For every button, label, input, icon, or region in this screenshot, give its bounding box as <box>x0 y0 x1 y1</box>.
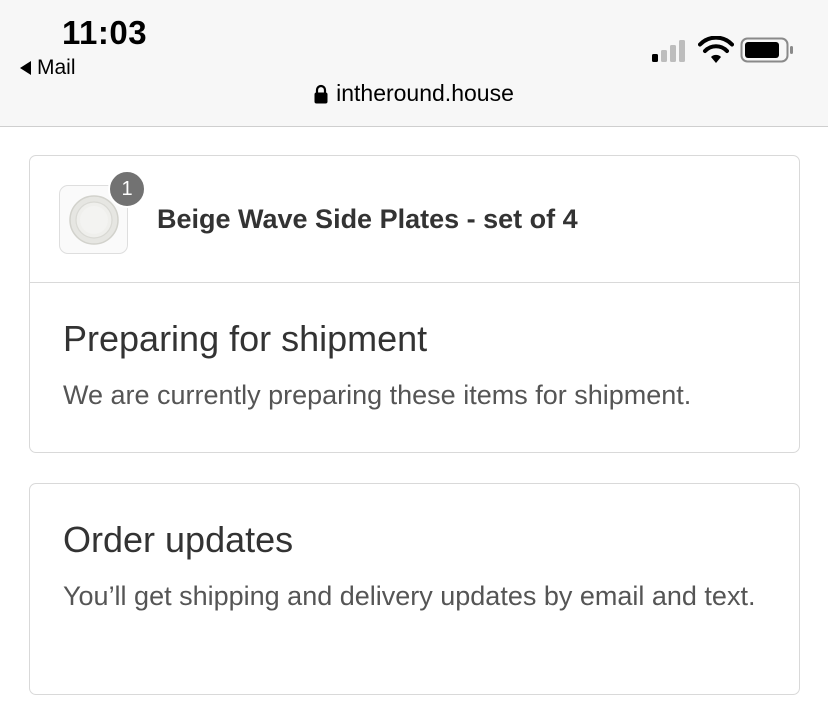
url-text: intheround.house <box>336 80 514 106</box>
shipment-status-heading: Preparing for shipment <box>63 318 428 359</box>
back-arrow-icon <box>20 61 31 75</box>
order-updates-heading: Order updates <box>63 519 294 560</box>
cellular-signal-icon <box>652 38 685 62</box>
order-updates-section: Order updates You’ll get shipping and de… <box>30 484 799 617</box>
battery-icon <box>740 37 793 63</box>
status-bar: 11:03 Mail intheround.house <box>0 0 828 127</box>
quantity-badge: 1 <box>108 170 146 208</box>
clock: 11:03 <box>62 14 148 51</box>
back-link-label: Mail <box>37 56 76 79</box>
order-status-card: 1 Beige Wave Side Plates - set of 4 Prep… <box>29 155 800 453</box>
order-updates-card: Order updates You’ll get shipping and de… <box>29 483 800 695</box>
order-updates-text: You’ll get shipping and delivery updates… <box>63 581 756 611</box>
product-name: Beige Wave Side Plates - set of 4 <box>157 204 578 234</box>
back-to-mail-link[interactable]: Mail <box>20 56 76 80</box>
shipment-status-text: We are currently preparing these items f… <box>63 380 692 410</box>
wifi-icon <box>698 36 734 63</box>
address-bar[interactable]: intheround.house <box>0 80 828 107</box>
lock-icon <box>314 84 328 103</box>
product-row: 1 Beige Wave Side Plates - set of 4 <box>30 156 799 283</box>
shipment-status: Preparing for shipment We are currently … <box>30 283 799 416</box>
